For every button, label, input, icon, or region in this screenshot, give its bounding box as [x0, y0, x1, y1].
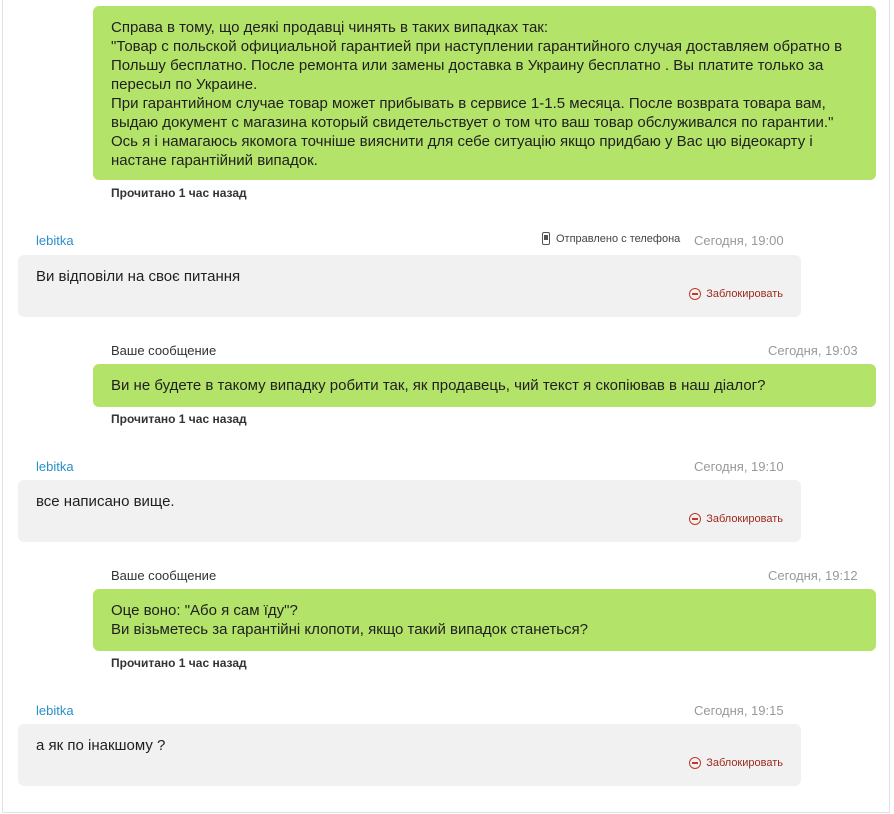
message-line: "Товар с польской официальной гарантией … [111, 38, 843, 55]
own-message-label: Ваше сообщение [111, 343, 217, 358]
incoming-message-bubble: Ви відповіли на своє питання Заблокирова… [18, 255, 801, 317]
block-label: Заблокировать [706, 513, 783, 525]
block-user-button[interactable]: Заблокировать [689, 288, 783, 300]
message-text: а як по інакшому ? [36, 737, 166, 754]
message-time: Сегодня, 19:12 [768, 568, 858, 583]
message-time: Сегодня, 19:03 [768, 343, 858, 358]
read-status: Прочитано 1 час назад [111, 656, 247, 670]
sender-name-link[interactable]: lebitka [36, 459, 74, 474]
message-line: При гарантийном случае товар может прибы… [111, 95, 826, 112]
message-text: все написано вище. [36, 493, 175, 510]
message-line: пересыл по Украине. [111, 76, 258, 93]
outgoing-message-bubble: Оце воно: "Або я сам їду"? Ви візьметесь… [93, 589, 876, 651]
message-line: Ось я і намагаюсь якомога точніше виясни… [111, 133, 813, 150]
sent-from-phone-label: Отправлено с телефона [556, 232, 681, 245]
block-icon [689, 288, 702, 300]
message-text: Ви відповіли на своє питання [36, 268, 241, 285]
phone-icon [542, 232, 550, 245]
sent-from-phone-note: Отправлено с телефона [542, 232, 680, 245]
block-icon [689, 513, 702, 525]
outgoing-message-bubble: Справа в тому, що деякі продавці чинять … [93, 6, 876, 180]
block-user-button[interactable]: Заблокировать [689, 757, 783, 769]
block-label: Заблокировать [706, 757, 783, 769]
message-time: Сегодня, 19:00 [694, 233, 784, 248]
incoming-message-bubble: все написано вище. Заблокировать [18, 480, 801, 542]
message-line: Польшу бесплатно. После ремонта или заме… [111, 57, 824, 74]
own-message-label: Ваше сообщение [111, 568, 217, 583]
block-icon [689, 757, 702, 769]
block-user-button[interactable]: Заблокировать [689, 513, 783, 525]
read-status: Прочитано 1 час назад [111, 412, 247, 426]
message-time: Сегодня, 19:15 [694, 703, 784, 718]
message-time: Сегодня, 19:10 [694, 459, 784, 474]
incoming-message-bubble: а як по інакшому ? Заблокировать [18, 724, 801, 786]
read-status: Прочитано 1 час назад [111, 186, 247, 200]
outgoing-message-bubble: Ви не будете в такому випадку робити так… [93, 364, 876, 407]
block-label: Заблокировать [706, 288, 783, 300]
message-line: Ви не будете в такому випадку робити так… [111, 377, 766, 394]
message-line: Справа в тому, що деякі продавці чинять … [111, 19, 549, 36]
message-line: выдаю документ с магазина который свидет… [111, 114, 834, 131]
sender-name-link[interactable]: lebitka [36, 233, 74, 248]
message-line: Ви візьметесь за гарантійні клопоти, якщ… [111, 621, 589, 638]
sender-name-link[interactable]: lebitka [36, 703, 74, 718]
message-line: настане гарантійний випадок. [111, 152, 318, 169]
message-line: Оце воно: "Або я сам їду"? [111, 602, 298, 619]
